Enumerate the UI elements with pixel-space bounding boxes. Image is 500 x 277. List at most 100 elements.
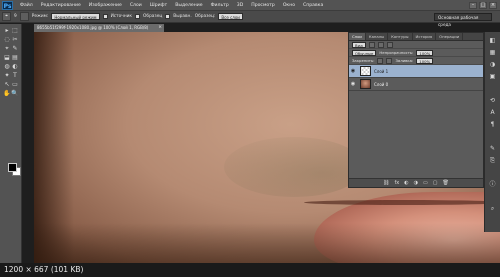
layer-name: Слой 1 xyxy=(374,68,389,74)
fill-label: Заливка: xyxy=(395,58,414,63)
layers-panel-footer: ⛓ fx ◐ ◑ ▭ ▢ 🗑 xyxy=(349,178,483,187)
brush-size-label[interactable]: 9 xyxy=(14,14,17,19)
paragraph-panel-icon[interactable]: ¶ xyxy=(488,120,497,129)
layer-thumbnail xyxy=(360,79,371,89)
brush-presets-icon[interactable]: ✎ xyxy=(488,144,497,153)
path-select-icon[interactable]: ↖ xyxy=(3,81,11,89)
lock-pixels-icon[interactable] xyxy=(377,57,384,64)
navigator-panel-icon[interactable]: ⌕ xyxy=(488,204,497,213)
layer-row[interactable]: ◉ Слой 0 xyxy=(349,78,483,91)
layer-style-icon[interactable]: fx xyxy=(395,180,400,186)
menu-file[interactable]: Файл xyxy=(16,3,37,8)
source-label: Источник xyxy=(110,14,133,19)
hand-tool-icon[interactable]: ✋ xyxy=(3,90,11,98)
shape-tool-icon[interactable]: ▭ xyxy=(11,81,19,89)
clone-source-icon[interactable]: ⎘ xyxy=(488,156,497,165)
dodge-tool-icon[interactable]: ✦ xyxy=(3,72,11,80)
color-panel-icon[interactable]: ◧ xyxy=(488,36,497,45)
menu-window[interactable]: Окно xyxy=(279,3,299,8)
pattern-label: Образец xyxy=(143,14,163,19)
tab-actions[interactable]: Операции xyxy=(436,33,464,40)
window-controls: – □ × xyxy=(469,1,497,9)
tab-history[interactable]: История xyxy=(413,33,437,40)
tab-paths[interactable]: Контуры xyxy=(388,33,413,40)
new-layer-icon[interactable]: ▢ xyxy=(433,180,438,186)
aligned-checkbox[interactable] xyxy=(165,14,171,19)
history-brush-icon[interactable]: ▤ xyxy=(11,54,19,62)
menu-3d[interactable]: 3D xyxy=(233,3,247,8)
delete-layer-icon[interactable]: 🗑 xyxy=(442,180,448,186)
filter-pixel-icon[interactable] xyxy=(368,41,375,48)
new-group-icon[interactable]: ▭ xyxy=(423,180,428,186)
panel-tabs: Слои Каналы Контуры История Операции xyxy=(349,33,483,41)
eraser-tool-icon[interactable]: ◍ xyxy=(3,63,11,71)
visibility-eye-icon[interactable]: ◉ xyxy=(349,68,357,74)
adjustments-panel-icon[interactable]: ◑ xyxy=(488,60,497,69)
menu-type[interactable]: Шрифт xyxy=(146,3,171,8)
menu-filter[interactable]: Фильтр xyxy=(207,3,233,8)
maximize-button[interactable]: □ xyxy=(479,1,487,9)
layer-row[interactable]: ◉ Слой 1 xyxy=(349,65,483,78)
menu-view[interactable]: Просмотр xyxy=(247,3,279,8)
tab-channels[interactable]: Каналы xyxy=(366,33,389,40)
layer-mask-icon[interactable]: ◐ xyxy=(404,180,408,186)
layer-name: Слой 0 xyxy=(374,81,389,87)
close-document-icon[interactable]: × xyxy=(158,24,162,32)
menu-edit[interactable]: Редактирование xyxy=(37,3,85,8)
marquee-tool-icon[interactable]: ⬚ xyxy=(11,27,19,35)
swatches-panel-icon[interactable]: ▦ xyxy=(488,48,497,57)
workspace-select[interactable]: Основная рабочая среда xyxy=(434,13,492,27)
tool-preset-icon[interactable]: ⌖ xyxy=(2,12,11,21)
foreground-color-swatch[interactable] xyxy=(8,163,17,172)
history-panel-icon[interactable]: ⟲ xyxy=(488,96,497,105)
character-panel-icon[interactable]: A xyxy=(488,108,497,117)
photoshop-logo: Ps xyxy=(2,0,13,10)
tools-panel: ▸ ⬚ ◌ ✂ ⌖ ✎ ⬓ ▤ ◍ ◐ ✦ T ↖ ▭ ✋ 🔍 xyxy=(0,24,22,264)
info-panel-icon[interactable]: ⓘ xyxy=(488,180,497,189)
opacity-input[interactable]: 100% xyxy=(416,49,434,56)
close-window-button[interactable]: × xyxy=(489,1,497,9)
lock-label: Закрепить: xyxy=(352,58,375,63)
sample-label: Образец: xyxy=(194,14,216,19)
tab-layers[interactable]: Слои xyxy=(349,33,366,40)
document-tab[interactable]: 8655b51f299f-1920x1080.jpg @ 100% (Слой … xyxy=(34,24,164,32)
move-tool-icon[interactable]: ▸ xyxy=(3,27,11,35)
brush-panel-icon[interactable] xyxy=(19,12,29,21)
visibility-eye-icon[interactable]: ◉ xyxy=(349,81,357,87)
crop-tool-icon[interactable]: ✂ xyxy=(11,36,19,44)
collapsed-panel-dock: ◧ ▦ ◑ ▣ ⟲ A ¶ ✎ ⎘ ⓘ ⌕ xyxy=(484,32,500,232)
lasso-tool-icon[interactable]: ◌ xyxy=(3,36,11,44)
menu-help[interactable]: Справка xyxy=(299,3,327,8)
filter-type-icon[interactable] xyxy=(386,41,393,48)
blend-mode-select[interactable]: Обычные xyxy=(352,49,377,56)
lock-row: Закрепить: Заливка: 100% xyxy=(349,57,483,65)
fill-input[interactable]: 100% xyxy=(416,57,434,64)
blend-row: Обычные Непрозрачность: 100% xyxy=(349,49,483,57)
brush-tool-icon[interactable]: ✎ xyxy=(11,45,19,53)
styles-panel-icon[interactable]: ▣ xyxy=(488,72,497,81)
menu-layers[interactable]: Слои xyxy=(126,3,146,8)
layers-panel: Слои Каналы Контуры История Операции Вид… xyxy=(348,32,484,188)
pattern-radio[interactable] xyxy=(135,14,141,19)
stamp-tool-icon[interactable]: ⬓ xyxy=(3,54,11,62)
adjustment-layer-icon[interactable]: ◑ xyxy=(414,180,418,186)
lock-position-icon[interactable] xyxy=(386,57,393,64)
link-layers-icon[interactable]: ⛓ xyxy=(383,180,389,186)
menu-select[interactable]: Выделение xyxy=(171,3,206,8)
menu-image[interactable]: Изображение xyxy=(85,3,126,8)
sample-select[interactable]: Все слои xyxy=(218,13,243,20)
type-tool-icon[interactable]: T xyxy=(11,72,19,80)
canvas-shadow-bottom xyxy=(34,223,500,263)
filter-adjust-icon[interactable] xyxy=(377,41,384,48)
source-radio[interactable] xyxy=(102,14,108,19)
skin-texture-area xyxy=(224,137,364,197)
mode-select[interactable]: Нормальный режим xyxy=(51,13,100,20)
gradient-tool-icon[interactable]: ◐ xyxy=(11,63,19,71)
zoom-tool-icon[interactable]: 🔍 xyxy=(11,90,19,98)
minimize-button[interactable]: – xyxy=(469,1,477,9)
document-title: 8655b51f299f-1920x1080.jpg @ 100% (Слой … xyxy=(37,25,149,30)
lip-line xyxy=(304,200,500,205)
mode-label: Режим: xyxy=(31,14,49,19)
eyedropper-tool-icon[interactable]: ⌖ xyxy=(3,45,11,53)
layer-filter-select[interactable]: Вид xyxy=(352,41,366,48)
